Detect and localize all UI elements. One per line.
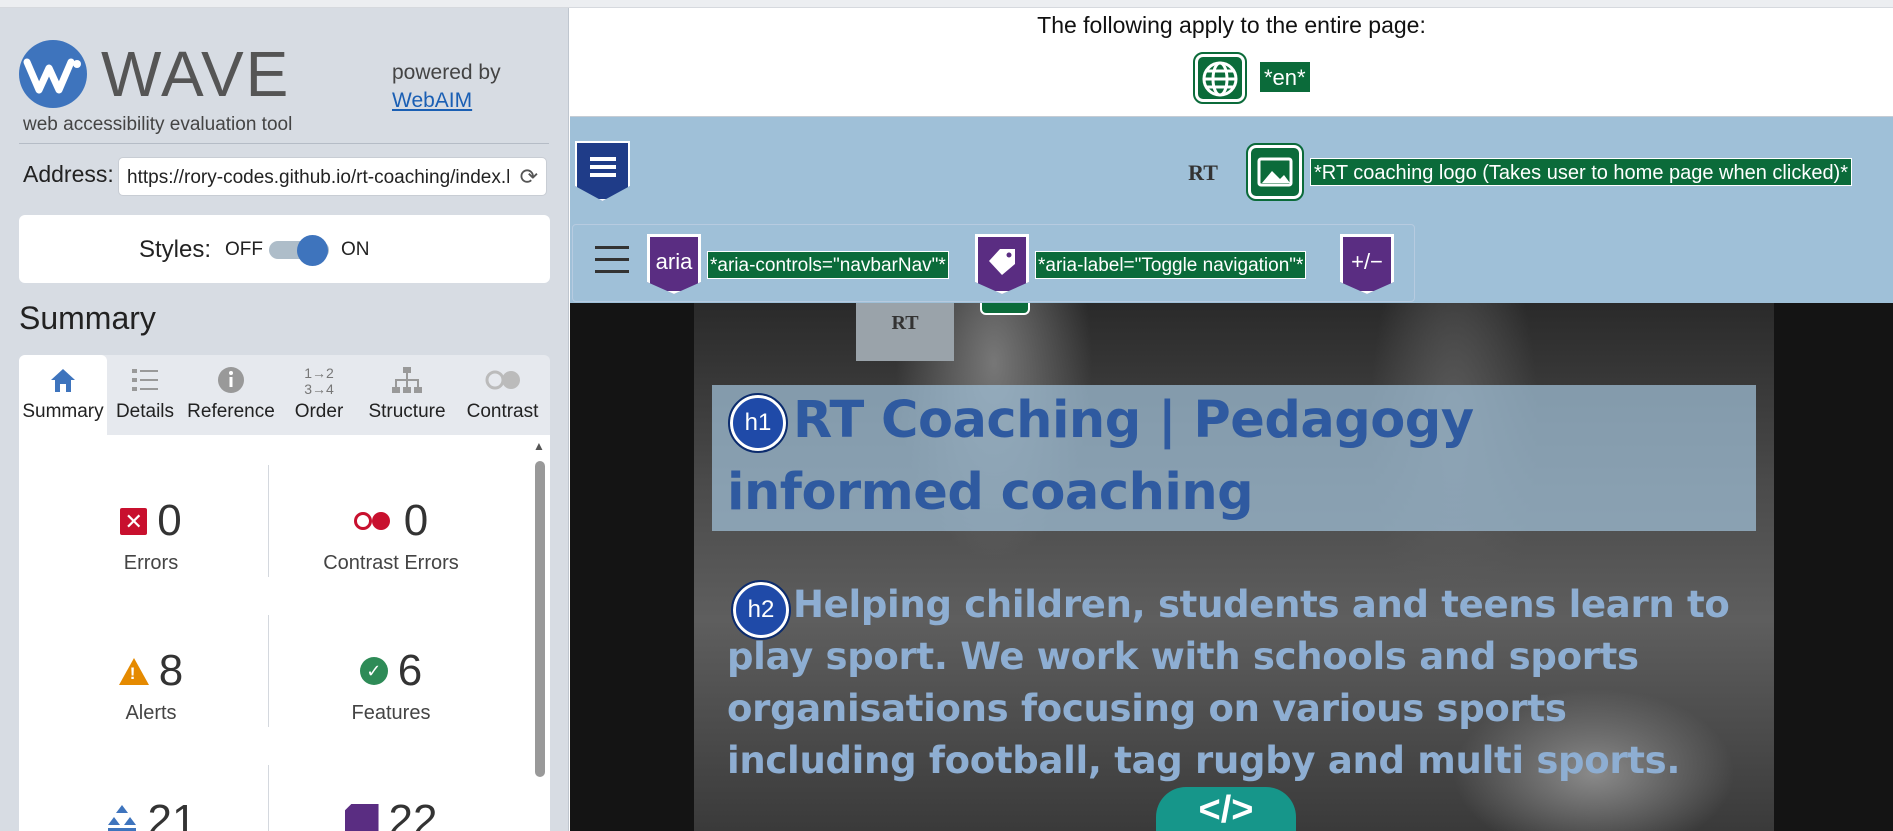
link-alt-text-tag: *RT coaching logo (Takes user to home pa… bbox=[1310, 158, 1853, 186]
styles-toggle-card: Styles: OFF ON bbox=[19, 215, 550, 283]
tab-label: Order bbox=[294, 401, 344, 422]
errors-label: Errors bbox=[123, 552, 179, 574]
error-icon: ✕ bbox=[120, 507, 148, 535]
linked-image-icon[interactable] bbox=[1246, 143, 1304, 201]
aria-stat[interactable]: 22 bbox=[271, 796, 511, 831]
aria-count: 22 bbox=[388, 796, 438, 831]
order-icon: 1→2 3→4 bbox=[304, 365, 334, 397]
info-icon bbox=[183, 365, 279, 401]
aria-icon[interactable]: aria bbox=[647, 234, 701, 294]
tab-label: Summary bbox=[22, 401, 104, 422]
site-navbar: RT *RT coaching logo (Takes user to home… bbox=[570, 117, 1893, 303]
alerts-label: Alerts bbox=[125, 702, 177, 724]
features-stat[interactable]: ✓ 6 Features bbox=[271, 646, 511, 725]
tab-order[interactable]: 1→2 3→4 Order bbox=[279, 355, 359, 435]
aria-icon bbox=[344, 804, 379, 831]
hero-logo-image: RT bbox=[856, 303, 954, 361]
tab-label: Details bbox=[115, 401, 175, 422]
divider bbox=[19, 143, 549, 144]
styles-label: Styles: bbox=[139, 236, 212, 263]
tab-label: Contrast bbox=[466, 401, 539, 422]
wave-marker-icon bbox=[980, 303, 1030, 315]
summary-heading: Summary bbox=[19, 300, 156, 336]
tab-label: Structure bbox=[368, 401, 446, 422]
errors-stat[interactable]: ✕ 0 Errors bbox=[31, 496, 271, 575]
feature-check-icon: ✓ bbox=[359, 657, 388, 685]
contrast-errors-count: 0 bbox=[403, 496, 429, 545]
structural-count: 21 bbox=[147, 796, 197, 831]
page-level-banner: The following apply to the entire page: … bbox=[570, 8, 1893, 117]
aria-controls-tag: *aria-controls="navbarNav"* bbox=[707, 251, 949, 279]
page-heading-h1: RT Coaching | Pedagogy informed coaching bbox=[727, 391, 1474, 522]
styles-off-label: OFF bbox=[225, 239, 263, 260]
features-label: Features bbox=[351, 702, 431, 724]
structure-icon bbox=[359, 365, 455, 401]
address-input[interactable] bbox=[127, 166, 509, 190]
tab-summary[interactable]: Summary bbox=[19, 355, 107, 435]
powered-by-label: powered by bbox=[392, 61, 501, 84]
webaim-link[interactable]: WebAIM bbox=[392, 89, 472, 113]
h1-highlight: RT Coaching | Pedagogy informed coaching… bbox=[712, 385, 1756, 531]
aria-label-tag: *aria-label="Toggle navigation"* bbox=[1035, 251, 1307, 279]
site-logo-image[interactable]: RT bbox=[1178, 153, 1228, 197]
styles-toggle-knob[interactable] bbox=[297, 235, 328, 266]
code-toggle-button[interactable]: </> bbox=[1156, 787, 1296, 831]
styles-on-label: ON bbox=[341, 239, 370, 260]
window-top-edge bbox=[0, 0, 1893, 8]
tab-details[interactable]: Details bbox=[107, 355, 183, 435]
panel-tabs: Summary Details Reference 1→2 3→4 Order S… bbox=[19, 355, 550, 435]
address-label: Address: bbox=[23, 161, 114, 187]
address-field[interactable]: ⟳ bbox=[118, 157, 547, 196]
hero-section: RT RT Coaching | Pedagogy informed coach… bbox=[570, 303, 1893, 831]
hamburger-menu-icon[interactable] bbox=[595, 246, 629, 276]
scroll-up-icon[interactable]: ▲ bbox=[533, 439, 545, 453]
alerts-count: 8 bbox=[158, 646, 184, 695]
language-tag: *en* bbox=[1259, 61, 1311, 93]
evaluated-page: The following apply to the entire page: … bbox=[570, 8, 1893, 831]
aria-expanded-icon[interactable]: +/− bbox=[1340, 234, 1394, 294]
scroll-thumb[interactable] bbox=[535, 461, 545, 777]
tab-structure[interactable]: Structure bbox=[359, 355, 455, 435]
contrast-errors-label: Contrast Errors bbox=[323, 552, 459, 574]
contrast-icon bbox=[455, 365, 550, 401]
wave-logo-icon bbox=[19, 40, 87, 108]
summary-panel: ✕ 0 Errors 0 Contrast Errors ! 8 Alerts … bbox=[19, 435, 550, 831]
wave-tagline: web accessibility evaluation tool bbox=[23, 114, 293, 135]
h1-badge-icon[interactable]: h1 bbox=[728, 393, 788, 453]
tab-label: Reference bbox=[187, 401, 275, 422]
list-icon bbox=[107, 365, 183, 401]
wave-header: WAVE web accessibility evaluation tool p… bbox=[19, 32, 549, 142]
h2-badge-icon[interactable]: h2 bbox=[731, 580, 791, 640]
page-level-heading: The following apply to the entire page: bbox=[1037, 12, 1426, 38]
alert-icon: ! bbox=[118, 657, 149, 685]
reload-icon[interactable]: ⟳ bbox=[520, 165, 538, 189]
summary-scrollbar[interactable]: ▲ bbox=[532, 439, 546, 831]
nav-toggler-region: aria *aria-controls="navbarNav"* *aria-l… bbox=[572, 224, 1415, 302]
tab-reference[interactable]: Reference bbox=[183, 355, 279, 435]
tab-contrast[interactable]: Contrast bbox=[455, 355, 550, 435]
home-icon bbox=[19, 365, 107, 401]
contrast-error-icon bbox=[353, 510, 394, 532]
errors-count: 0 bbox=[157, 496, 182, 545]
page-heading-h2: Helping children, students and teens lea… bbox=[727, 583, 1730, 782]
structural-stat[interactable]: 21 bbox=[31, 796, 271, 831]
structure-icon bbox=[106, 803, 138, 831]
features-count: 6 bbox=[397, 646, 423, 695]
contrast-errors-stat[interactable]: 0 Contrast Errors bbox=[271, 496, 511, 575]
structure-list-icon[interactable] bbox=[575, 141, 630, 201]
wave-sidebar: WAVE web accessibility evaluation tool p… bbox=[0, 8, 569, 831]
aria-label-tag-icon[interactable] bbox=[975, 234, 1029, 294]
alerts-stat[interactable]: ! 8 Alerts bbox=[31, 646, 271, 725]
wave-logo-text: WAVE bbox=[101, 38, 291, 110]
globe-icon[interactable] bbox=[1193, 52, 1247, 104]
